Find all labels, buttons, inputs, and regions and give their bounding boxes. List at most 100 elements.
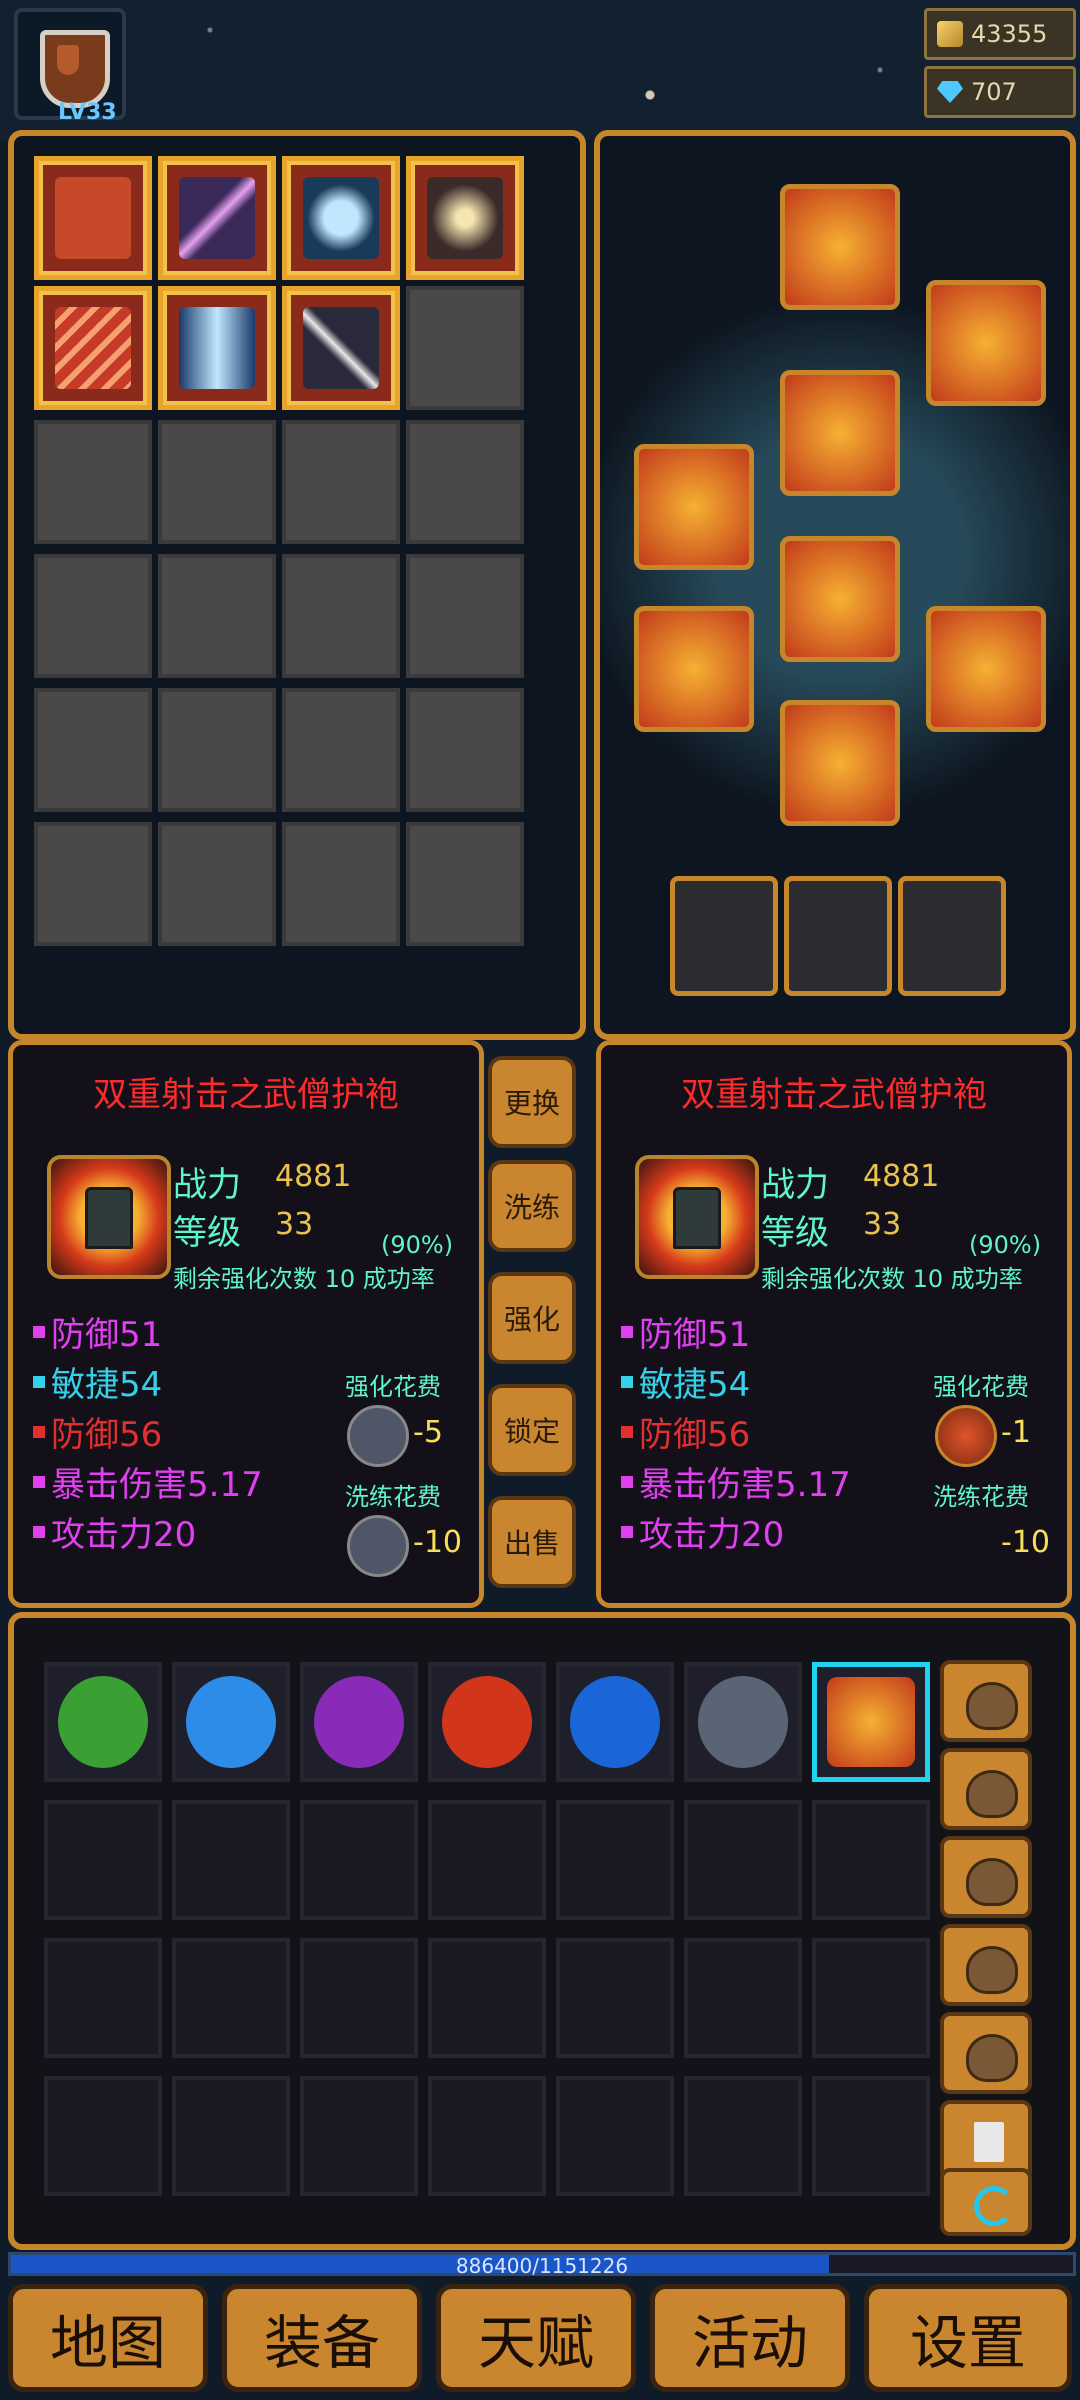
reforge-cost-label: 洗练花费 [933,1483,1029,1511]
power-label: 战力 [173,1165,241,1205]
empty-slot[interactable] [34,420,152,544]
empty-slot[interactable] [556,1800,674,1920]
bag-tab[interactable] [940,2012,1032,2094]
ring-slot-right[interactable] [926,606,1046,732]
amulet-slot[interactable] [926,280,1046,406]
empty-slot[interactable] [34,554,152,678]
attr-row: 防御51 [621,1307,750,1356]
empty-slot[interactable] [428,1938,546,2058]
book-slot[interactable] [670,876,778,996]
empty-slot[interactable] [158,420,276,544]
bag-item[interactable] [556,1662,674,1782]
bag-tab[interactable] [940,1836,1032,1918]
empty-slot[interactable] [34,688,152,812]
empty-slot[interactable] [684,1800,802,1920]
nav-talent[interactable]: 天赋 [436,2284,636,2392]
empty-slot[interactable] [406,286,524,410]
bag-item-selected[interactable] [812,1662,930,1782]
empty-slot[interactable] [282,554,400,678]
empty-slot[interactable] [300,1938,418,2058]
empty-slot[interactable] [158,554,276,678]
book-slot[interactable] [898,876,1006,996]
gem-counter: 707 [924,66,1076,118]
book-slot[interactable] [784,876,892,996]
nav-equip[interactable]: 装备 [222,2284,422,2392]
reforge-button[interactable]: 洗练 [488,1160,576,1252]
empty-slot[interactable] [44,1800,162,1920]
empty-slot[interactable] [158,822,276,946]
skill-slot[interactable] [406,156,524,280]
bag-item[interactable] [44,1662,162,1782]
empty-slot[interactable] [406,822,524,946]
nav-settings[interactable]: 设置 [864,2284,1072,2392]
skill-slot[interactable] [158,156,276,280]
reforge-cost-value: -10 [413,1525,462,1560]
robe-icon [827,1677,915,1767]
ring-slot-left[interactable] [634,606,754,732]
empty-slot[interactable] [300,1800,418,1920]
weapon-slot[interactable] [634,444,754,570]
skill-slot[interactable] [282,156,400,280]
hammer-icon [347,1515,409,1577]
skill-slot[interactable] [158,286,276,410]
boots-slot[interactable] [780,700,900,826]
empty-slot[interactable] [300,2076,418,2196]
bag-item[interactable] [300,1662,418,1782]
bag-tab[interactable] [940,1924,1032,2006]
empty-slot[interactable] [428,2076,546,2196]
skill-slot[interactable] [34,286,152,410]
attr-row: 防御56 [621,1407,750,1456]
empty-slot[interactable] [44,1938,162,2058]
empty-slot[interactable] [812,1800,930,1920]
sort-button[interactable] [940,2168,1032,2236]
refresh-icon [974,2186,1014,2226]
empty-slot[interactable] [812,1938,930,2058]
level-value: 33 [275,1207,314,1242]
level-value: 33 [863,1207,902,1242]
lightning-icon [179,307,255,389]
empty-slot[interactable] [406,688,524,812]
lock-button[interactable]: 锁定 [488,1384,576,1476]
nav-map[interactable]: 地图 [8,2284,208,2392]
empty-slot[interactable] [158,688,276,812]
empty-slot[interactable] [34,822,152,946]
pouch-icon [966,1682,1018,1730]
empty-slot[interactable] [406,554,524,678]
skill-slot[interactable] [34,156,152,280]
empty-slot[interactable] [282,420,400,544]
empty-slot[interactable] [684,1938,802,2058]
skill-slot[interactable] [282,286,400,410]
bag-item[interactable] [684,1662,802,1782]
empty-slot[interactable] [428,1800,546,1920]
helmet-slot[interactable] [780,184,900,310]
empty-slot[interactable] [556,2076,674,2196]
power-value: 4881 [863,1159,940,1194]
bag-tab[interactable] [940,1660,1032,1742]
burst-icon [427,177,503,259]
empty-slot[interactable] [172,2076,290,2196]
pouch-icon [966,1770,1018,1818]
empty-slot[interactable] [172,1800,290,1920]
replace-button[interactable]: 更换 [488,1056,576,1148]
sell-button[interactable]: 出售 [488,1496,576,1588]
bag-tab[interactable] [940,1748,1032,1830]
empty-slot[interactable] [556,1938,674,2058]
enhance-cost-label: 强化花费 [933,1373,1029,1401]
empty-slot[interactable] [172,1938,290,2058]
nav-activity[interactable]: 活动 [650,2284,850,2392]
empty-slot[interactable] [684,2076,802,2196]
armor-slot[interactable] [780,370,900,496]
attr-row: 防御51 [33,1307,162,1356]
enhance-button[interactable]: 强化 [488,1272,576,1364]
empty-slot[interactable] [812,2076,930,2196]
bag-item[interactable] [428,1662,546,1782]
empty-slot[interactable] [282,688,400,812]
item-title: 双重射击之武僧护袍 [93,1075,399,1115]
pouch-icon [966,1858,1018,1906]
empty-slot[interactable] [282,822,400,946]
empty-slot[interactable] [44,2076,162,2196]
empty-slot[interactable] [406,420,524,544]
belt-slot[interactable] [780,536,900,662]
bag-item[interactable] [172,1662,290,1782]
item-title: 双重射击之武僧护袍 [681,1075,987,1115]
